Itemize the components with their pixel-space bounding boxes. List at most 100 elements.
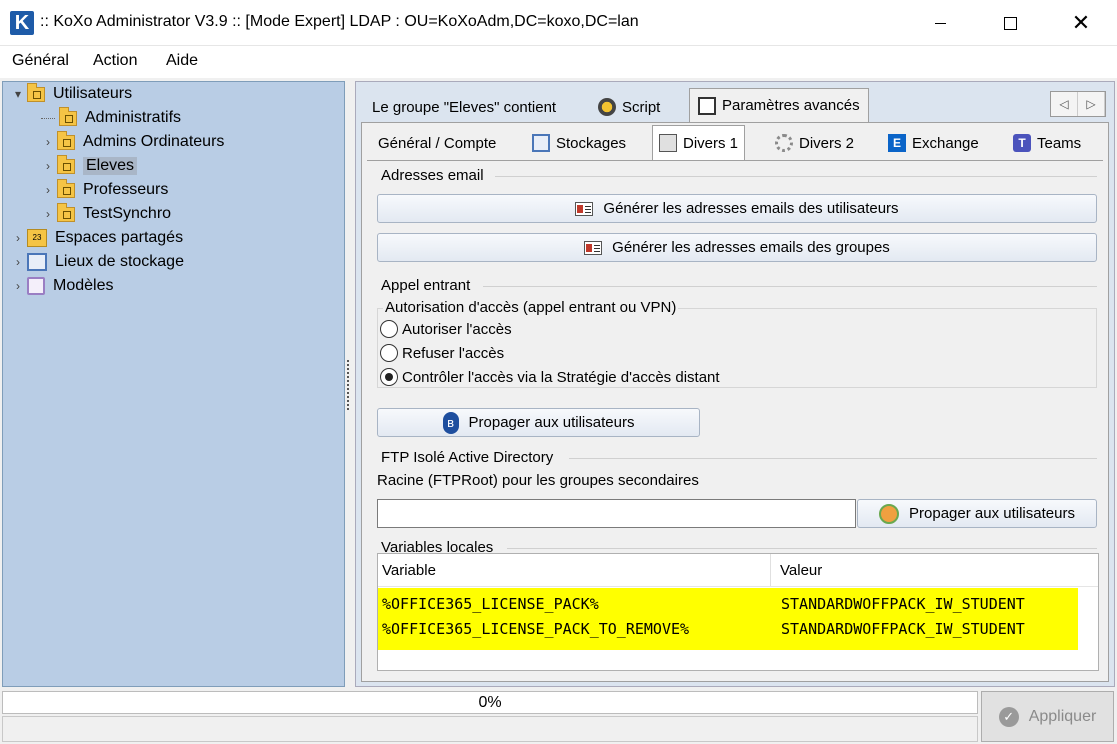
tab-label: Teams [1037, 134, 1082, 152]
navigation-tree[interactable]: ▾ Utilisateurs Administratifs › Admins O… [2, 81, 345, 687]
tree-item-label: TestSynchro [83, 205, 172, 222]
minimize-icon [934, 22, 946, 24]
radio-label: Autoriser l'accès [402, 320, 512, 338]
folder-icon [59, 106, 77, 126]
panel-splitter[interactable] [347, 360, 351, 410]
script-gear-icon [598, 98, 616, 116]
email-section-title: Adresses email [381, 167, 484, 184]
tab-label: Paramètres avancés [722, 97, 860, 114]
header-divider [378, 586, 1098, 587]
generate-group-emails-button[interactable]: Générer les adresses emails des groupes [377, 233, 1097, 262]
radio-allow-access[interactable]: Autoriser l'accès [380, 320, 512, 338]
tree-item-label: Modèles [53, 277, 114, 294]
column-header-valeur[interactable]: Valeur [776, 554, 1096, 586]
radio-button[interactable] [380, 344, 398, 362]
tab-divers-1[interactable]: Divers 1 [652, 125, 746, 160]
button-label: Propager aux utilisateurs [909, 505, 1075, 522]
expand-icon[interactable]: › [11, 255, 25, 269]
title-bar: K :: KoXo Administrator V3.9 :: [Mode Ex… [0, 0, 1117, 46]
advanced-settings-icon [698, 96, 716, 115]
tab-general-compte[interactable]: Général / Compte [372, 128, 502, 158]
apply-button[interactable]: ✓ Appliquer [981, 691, 1114, 742]
column-header-variable[interactable]: Variable [378, 554, 770, 586]
expand-icon[interactable]: › [11, 279, 25, 293]
tree-item-utilisateurs[interactable]: ▾ Utilisateurs [11, 82, 132, 106]
collapse-icon[interactable]: ▾ [11, 87, 25, 101]
column-separator [770, 554, 771, 586]
tab-label: Divers 1 [683, 134, 739, 152]
menu-aide[interactable]: Aide [166, 52, 198, 70]
tab-label: Stockages [556, 134, 627, 152]
table-row-1-value[interactable]: STANDARDWOFFPACK_IW_STUDENT [781, 595, 1025, 613]
expand-icon[interactable]: › [41, 207, 55, 221]
table-row-2-variable[interactable]: %OFFICE365_LICENSE_PACK_TO_REMOVE% [382, 620, 689, 638]
status-bar [2, 716, 978, 742]
section-divider [569, 458, 1097, 459]
tree-item-lieux-de-stockage[interactable]: › Lieux de stockage [11, 250, 184, 274]
tree-item-admins-ordinateurs[interactable]: › Admins Ordinateurs [41, 130, 224, 154]
teams-icon: T [1013, 134, 1031, 152]
tree-item-modeles[interactable]: › Modèles [11, 274, 113, 298]
tree-item-label: Utilisateurs [53, 85, 133, 102]
tab-stockages[interactable]: Stockages [526, 128, 632, 158]
tab-teams[interactable]: T Teams [1007, 128, 1087, 158]
close-button[interactable]: ✕ [1046, 0, 1116, 46]
ftp-section-title: FTP Isolé Active Directory [381, 449, 554, 466]
expand-icon[interactable]: › [41, 159, 55, 173]
menu-general[interactable]: Général [12, 52, 69, 70]
button-label: Générer les adresses emails des utilisat… [603, 200, 899, 217]
tab-parametres-avances[interactable]: Paramètres avancés [689, 88, 869, 122]
button-label: Générer les adresses emails des groupes [612, 239, 890, 256]
advanced-settings-frame: Général / Compte Stockages Divers 1 Dive… [361, 122, 1109, 682]
tree-item-eleves[interactable]: › Eleves [41, 154, 138, 178]
generate-user-emails-button[interactable]: Générer les adresses emails des utilisat… [377, 194, 1097, 223]
radio-control-via-policy[interactable]: Contrôler l'accès via la Stratégie d'acc… [380, 368, 720, 386]
minimize-button[interactable] [905, 0, 975, 46]
koxo-app-icon: K [10, 11, 34, 35]
radio-button[interactable] [380, 368, 398, 386]
radio-deny-access[interactable]: Refuser l'accès [380, 344, 504, 362]
expand-icon[interactable]: › [11, 231, 25, 245]
tab-scroll-right-icon[interactable]: ▷ [1078, 92, 1105, 116]
table-row-2-value[interactable]: STANDARDWOFFPACK_IW_STUDENT [781, 620, 1025, 638]
radio-button[interactable] [380, 320, 398, 338]
folder-icon [57, 202, 75, 222]
tab-scroll-left-icon[interactable]: ◁ [1051, 92, 1078, 116]
local-variables-table[interactable]: Variable Valeur %OFFICE365_LICENSE_PACK%… [377, 553, 1099, 671]
button-label: Propager aux utilisateurs [468, 414, 635, 431]
menu-bar: Général Action Aide [0, 46, 1117, 78]
folder-icon [27, 82, 45, 102]
storage-icon [27, 253, 47, 271]
propagate-ftp-button[interactable]: Propager aux utilisateurs [857, 499, 1097, 528]
dialin-section-title: Appel entrant [381, 277, 471, 294]
propagate-dialin-button[interactable]: ʙ Propager aux utilisateurs [377, 408, 700, 437]
expand-icon[interactable]: › [41, 135, 55, 149]
progress-bar: 0% [2, 691, 978, 714]
address-card-icon [575, 201, 594, 216]
tree-item-label: Espaces partagés [55, 229, 184, 246]
gear-icon [775, 134, 793, 152]
section-divider [507, 548, 1097, 549]
tree-item-espaces-partages[interactable]: › 23 Espaces partagés [11, 226, 183, 250]
maximize-button[interactable] [975, 0, 1045, 46]
tree-connector [41, 117, 55, 119]
expand-icon[interactable]: › [41, 183, 55, 197]
address-card-icon [584, 240, 603, 255]
tab-exchange[interactable]: E Exchange [882, 128, 985, 158]
storage-icon [532, 134, 550, 152]
menu-action[interactable]: Action [93, 52, 137, 70]
radio-label: Refuser l'accès [402, 344, 505, 362]
folder-icon [57, 154, 75, 174]
access-authorization-title: Autorisation d'accès (appel entrant ou V… [383, 299, 679, 316]
ftproot-input[interactable] [377, 499, 856, 528]
tree-item-administratifs[interactable]: Administratifs [41, 106, 181, 130]
section-divider [483, 286, 1097, 287]
maximize-icon [1003, 16, 1017, 30]
tree-item-professeurs[interactable]: › Professeurs [41, 178, 168, 202]
tree-item-testsynchro[interactable]: › TestSynchro [41, 202, 171, 226]
tab-label: Le groupe "Eleves" contient [372, 98, 557, 116]
table-row-1-variable[interactable]: %OFFICE365_LICENSE_PACK% [382, 595, 599, 613]
tab-group-contents[interactable]: Le groupe "Eleves" contient [364, 92, 564, 122]
tab-divers-2[interactable]: Divers 2 [769, 128, 860, 158]
tab-script[interactable]: Script [590, 92, 668, 122]
